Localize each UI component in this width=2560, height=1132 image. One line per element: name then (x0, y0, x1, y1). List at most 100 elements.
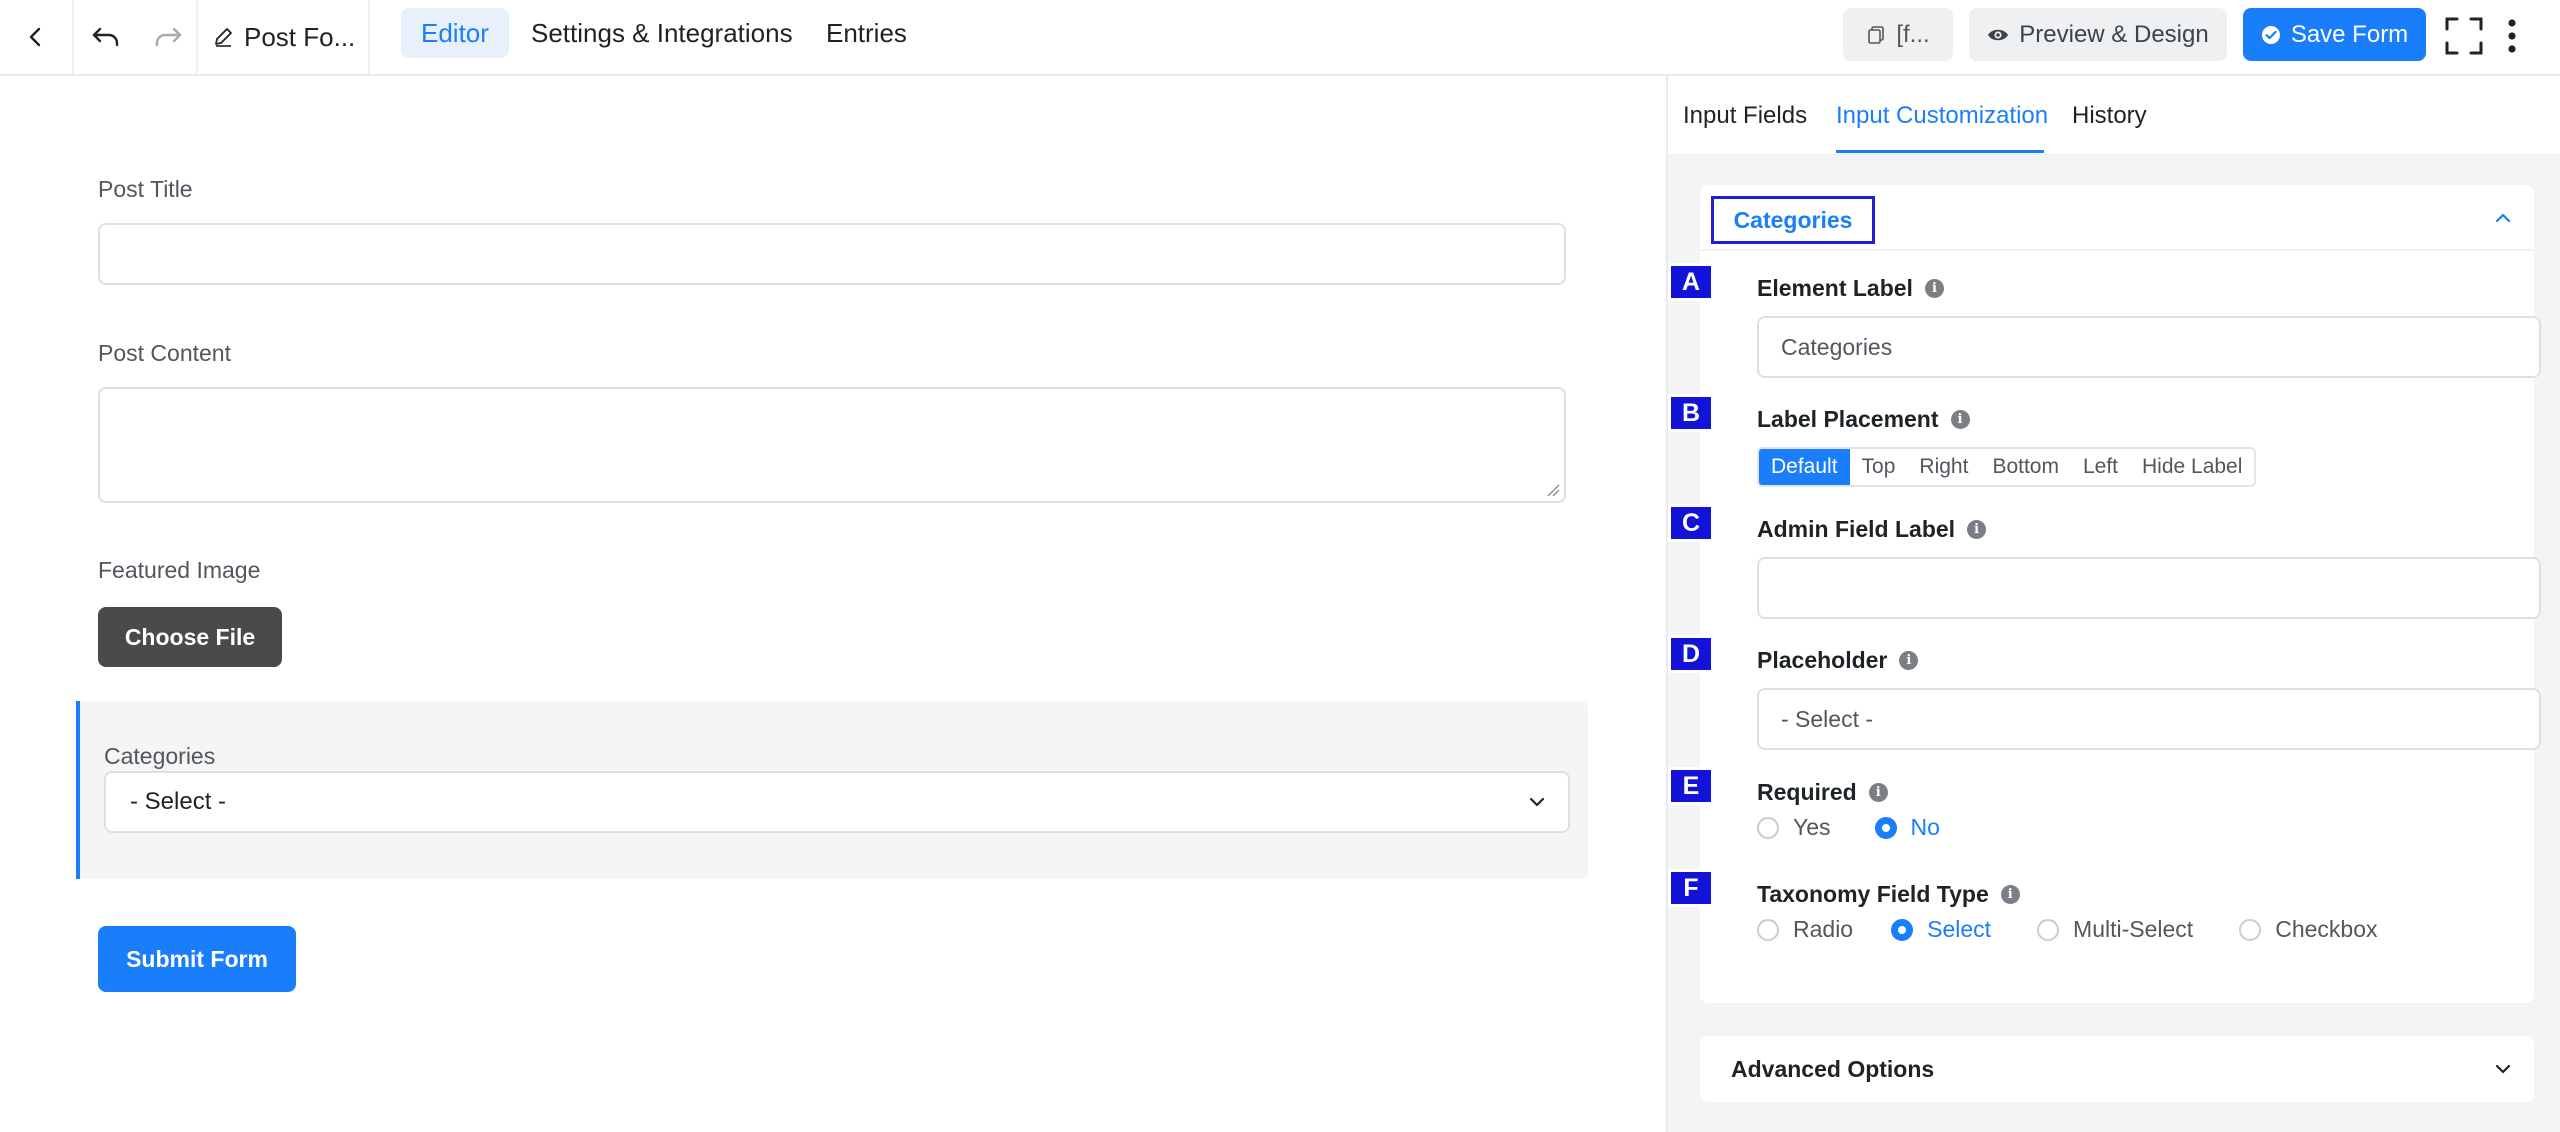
divider (368, 0, 370, 74)
admin-field-label-text: Admin Field Label (1757, 516, 1956, 542)
post-title-label: Post Title (98, 176, 193, 202)
marker-badge-d: D (1668, 635, 1714, 673)
choose-file-button[interactable]: Choose File (98, 607, 282, 667)
vertical-dots-icon (2508, 19, 2516, 53)
preview-design-button[interactable]: Preview & Design (1969, 8, 2227, 61)
chevron-up-icon[interactable] (2492, 207, 2514, 229)
marker-badge-e: E (1668, 767, 1714, 805)
tab-editor[interactable]: Editor (401, 8, 509, 58)
required-radio-no[interactable]: No (1874, 814, 1940, 841)
info-icon[interactable]: i (1924, 279, 1944, 298)
shortcode-text: [f... (1896, 20, 1930, 48)
taxonomy-radio-label: Radio (1793, 916, 1854, 942)
required-radio-yes[interactable]: Yes (1757, 814, 1831, 841)
radio-circle (1757, 816, 1779, 839)
taxonomy-multi-select-label: Multi-Select (2073, 916, 2194, 942)
marker-badge-a: A (1668, 263, 1714, 301)
active-tab-indicator (1836, 150, 2044, 153)
chevron-left-icon (29, 27, 41, 47)
element-label-input[interactable]: Categories (1757, 316, 2541, 378)
advanced-options-label: Advanced Options (1731, 1056, 1935, 1082)
required-yes-label: Yes (1793, 814, 1831, 840)
more-options-button[interactable] (2488, 12, 2536, 60)
placeholder-value: - Select - (1781, 705, 1874, 732)
featured-image-label: Featured Image (98, 557, 261, 583)
tab-editor-label: Editor (421, 17, 489, 48)
post-content-label: Post Content (98, 340, 231, 366)
redo-button[interactable] (138, 0, 198, 74)
radio-circle (2239, 918, 2262, 941)
radio-circle-checked (1874, 816, 1897, 839)
placement-option-right[interactable]: Right (1907, 449, 1980, 485)
placement-option-left[interactable]: Left (2071, 449, 2130, 485)
redo-icon (155, 27, 182, 47)
placement-option-hide-label[interactable]: Hide Label (2130, 449, 2254, 485)
shortcode-button[interactable]: [f... (1843, 8, 1953, 61)
placeholder-text: Placeholder (1757, 647, 1888, 673)
radio-circle (1757, 918, 1779, 941)
admin-field-label-input[interactable] (1757, 557, 2541, 619)
form-name-text: Post Fo... (244, 21, 356, 52)
top-toolbar: Post Fo... Editor Settings & Integration… (0, 0, 2560, 76)
label-placement-heading: Label Placement i (1757, 406, 1970, 433)
submit-form-label: Submit Form (126, 945, 268, 972)
placement-option-bottom[interactable]: Bottom (1980, 449, 2071, 485)
required-radio-group: Yes No (1757, 814, 1970, 841)
marker-badge-b: B (1668, 394, 1714, 432)
back-button[interactable] (0, 0, 72, 74)
undo-button[interactable] (74, 0, 138, 74)
tab-entries[interactable]: Entries (806, 8, 927, 58)
form-name[interactable]: Post Fo... (210, 0, 355, 74)
categories-label: Categories (104, 743, 216, 769)
submit-form-button[interactable]: Submit Form (98, 926, 296, 992)
element-label-text: Element Label (1757, 275, 1913, 301)
info-icon[interactable]: i (1967, 520, 1987, 539)
placeholder-input[interactable]: - Select - (1757, 688, 2541, 750)
taxonomy-radio-radio[interactable]: Radio (1757, 916, 1853, 943)
radio-circle-checked (1891, 918, 1914, 941)
post-content-textarea[interactable] (98, 387, 1566, 503)
resize-handle-icon[interactable] (1546, 483, 1560, 497)
panel-tabs: Input Fields Input Customization History (1668, 76, 2560, 154)
tab-input-customization[interactable]: Input Customization (1836, 102, 2048, 130)
undo-icon (92, 27, 119, 47)
element-label-heading: Element Label i (1757, 275, 1944, 302)
taxonomy-select-label: Select (1927, 916, 1992, 942)
admin-field-label-heading: Admin Field Label i (1757, 516, 1987, 543)
form-editor-canvas: Post Title Post Content Featured Image C… (0, 76, 1666, 1132)
info-icon[interactable]: i (1950, 410, 1970, 429)
info-icon[interactable]: i (1868, 783, 1888, 802)
info-icon[interactable]: i (1899, 651, 1919, 670)
save-form-label: Save Form (2290, 20, 2409, 48)
taxonomy-radio-checkbox[interactable]: Checkbox (2239, 916, 2377, 943)
label-placement-text: Label Placement (1757, 406, 1939, 432)
copy-icon (1868, 25, 1885, 44)
tab-settings-integrations[interactable]: Settings & Integrations (511, 8, 813, 58)
placement-option-top[interactable]: Top (1850, 449, 1908, 485)
fullscreen-button[interactable] (2440, 12, 2488, 60)
chevron-down-icon (2495, 1064, 2511, 1074)
pencil-icon (215, 28, 232, 47)
categories-select[interactable]: - Select - (104, 771, 1570, 833)
placement-option-default[interactable]: Default (1759, 449, 1850, 485)
eye-icon (1988, 29, 2009, 40)
taxonomy-radio-multi-select[interactable]: Multi-Select (2037, 916, 2193, 943)
settings-panel: Input Fields Input Customization History… (1666, 76, 2560, 1132)
categories-field-selected[interactable]: Categories - Select - (76, 701, 1588, 879)
post-title-input[interactable] (98, 223, 1566, 285)
chevron-down-icon (1529, 797, 1545, 807)
save-form-button[interactable]: Save Form (2243, 8, 2426, 61)
choose-file-label: Choose File (124, 623, 256, 650)
preview-design-label: Preview & Design (2019, 20, 2209, 48)
tab-input-fields[interactable]: Input Fields (1683, 102, 1807, 130)
categories-select-value: - Select - (130, 788, 227, 815)
categories-settings-card: Categories A Element Label i Categories … (1668, 185, 2541, 1003)
element-label-value: Categories (1781, 333, 1893, 360)
card-header[interactable]: Categories (1700, 185, 2534, 251)
taxonomy-field-type-text: Taxonomy Field Type (1757, 881, 1989, 907)
taxonomy-radio-select[interactable]: Select (1891, 916, 1991, 943)
radio-circle (2037, 918, 2060, 941)
tab-history[interactable]: History (2072, 102, 2147, 130)
advanced-options-toggle[interactable]: Advanced Options (1700, 1036, 2534, 1102)
info-icon[interactable]: i (2000, 885, 2020, 904)
